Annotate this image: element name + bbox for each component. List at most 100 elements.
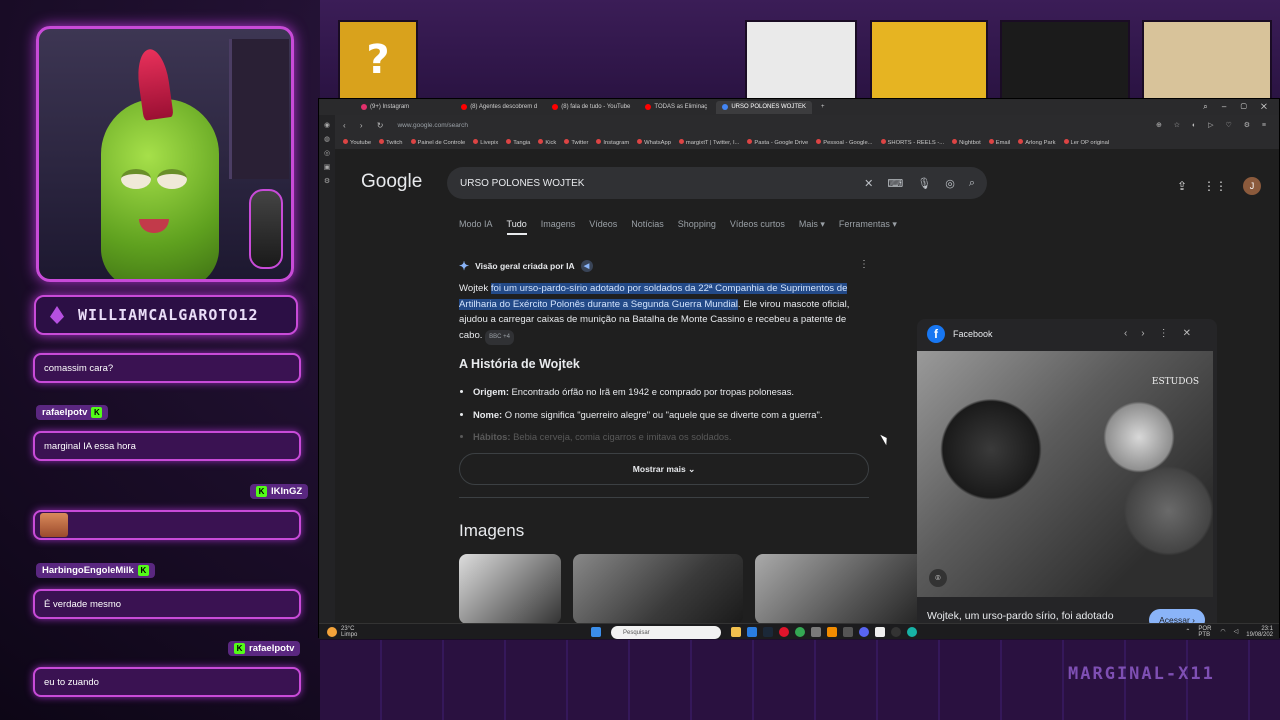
- bookmark[interactable]: Pessoal - Google...: [816, 139, 872, 146]
- bookmark[interactable]: Nightbot: [952, 139, 981, 146]
- chat-message: É verdade mesmo: [33, 589, 301, 619]
- tab-youtube-1[interactable]: (8) Agentes descobrem d: [455, 101, 543, 114]
- header-actions: ⇪ ⋮⋮ J: [1177, 177, 1261, 195]
- bookmark[interactable]: Twitch: [379, 139, 402, 146]
- tab-shopping[interactable]: Shopping: [678, 219, 716, 235]
- app-icon[interactable]: [907, 627, 917, 637]
- bookmark[interactable]: Ler OP original: [1064, 139, 1110, 146]
- bookmark[interactable]: Painel de Controle: [411, 139, 466, 146]
- taskbar-search[interactable]: Pesquisar: [611, 626, 721, 639]
- keyboard-icon[interactable]: ⌨: [887, 177, 903, 190]
- opera-icon[interactable]: [779, 627, 789, 637]
- search-box[interactable]: URSO POLONES WOJTEK ✕ ⌨ 🎙 ◎ ⌕: [447, 167, 987, 199]
- bookmark[interactable]: Email: [989, 139, 1011, 146]
- new-tab-button[interactable]: +: [815, 101, 831, 114]
- kick-icon: K: [137, 565, 149, 576]
- file-explorer-icon[interactable]: [731, 627, 741, 637]
- url-field[interactable]: www.google.com/search: [397, 122, 467, 129]
- document-icon[interactable]: [875, 627, 885, 637]
- bookmark[interactable]: Arlong Park: [1018, 139, 1055, 146]
- chrome-icon[interactable]: [795, 627, 805, 637]
- messenger-icon[interactable]: ◉: [324, 121, 330, 129]
- apps-grid-icon[interactable]: ⋮⋮: [1203, 179, 1227, 193]
- account-avatar[interactable]: J: [1243, 177, 1261, 195]
- tab-tudo[interactable]: Tudo: [506, 219, 527, 235]
- tab-instagram[interactable]: (9+) Instagram: [355, 101, 415, 114]
- mic-icon[interactable]: 🎙: [917, 177, 931, 190]
- google-logo[interactable]: Google: [361, 171, 422, 193]
- image-thumbnail[interactable]: [459, 554, 561, 623]
- tab-noticias[interactable]: Notícias: [631, 219, 664, 235]
- bear-soldiers-photo[interactable]: ESTUDOS ⌾: [917, 351, 1213, 597]
- bookmark[interactable]: Kick: [538, 139, 556, 146]
- image-thumbnail[interactable]: [573, 554, 743, 623]
- twitch-icon[interactable]: ▣: [324, 163, 331, 171]
- bookmark[interactable]: SHORTS - REELS -...: [881, 139, 945, 146]
- tab-mais[interactable]: Mais ▾: [799, 219, 825, 235]
- lens-icon[interactable]: ⌾: [929, 569, 947, 587]
- panel-controls[interactable]: ‹›⋮✕: [1124, 328, 1205, 339]
- lang-indicator[interactable]: POR PTB: [1198, 626, 1212, 638]
- bookmark[interactable]: Pasta - Google Drive: [747, 139, 808, 146]
- bookmark[interactable]: Instagram: [596, 139, 629, 146]
- bookmark[interactable]: Livepix: [473, 139, 498, 146]
- whatsapp-icon[interactable]: ◍: [324, 135, 330, 143]
- toolbar-icons[interactable]: ⊕ ☆ ◐ ▷ ♡ ⚙ ≡: [1156, 121, 1271, 129]
- tab-ferramentas[interactable]: Ferramentas ▾: [839, 219, 897, 235]
- visit-button[interactable]: Acessar ›: [1149, 609, 1205, 623]
- lens-icon[interactable]: ◎: [945, 177, 955, 190]
- speaker-icon[interactable]: ◀: [580, 260, 593, 272]
- bookmark[interactable]: Youtube: [343, 139, 371, 146]
- show-more-button[interactable]: Mostrar mais ⌄: [459, 453, 869, 485]
- discord-icon[interactable]: [859, 627, 869, 637]
- tab-modo-ia[interactable]: Modo IA: [459, 219, 493, 235]
- pickle-avatar: [101, 99, 219, 279]
- instagram-icon[interactable]: ◎: [324, 149, 330, 157]
- window-controls[interactable]: ⌕ – ▢ ✕: [1203, 102, 1273, 112]
- obs-icon[interactable]: [891, 627, 901, 637]
- nav-buttons[interactable]: ‹ › ↻: [343, 121, 389, 130]
- bookmark[interactable]: margixtT | Twitter, I...: [679, 139, 739, 146]
- vlc-icon[interactable]: [827, 627, 837, 637]
- taskbar-apps: [731, 627, 917, 637]
- tab-imagens[interactable]: Imagens: [541, 219, 576, 235]
- volume-icon[interactable]: ◁: [1234, 629, 1239, 635]
- image-thumbnail[interactable]: [755, 554, 925, 623]
- search-query[interactable]: URSO POLONES WOJTEK: [460, 178, 584, 189]
- browser-tab-bar: (9+) Instagram (8) Agentes descobrem d (…: [319, 99, 1279, 115]
- app-icon[interactable]: [811, 627, 821, 637]
- ai-subheading: A História de Wojtek: [459, 357, 580, 371]
- tab-videos[interactable]: Vídeos: [589, 219, 617, 235]
- weather-widget[interactable]: 23°C Limpo: [327, 626, 357, 638]
- bookmark[interactable]: Tangia: [506, 139, 530, 146]
- wifi-icon[interactable]: ◠: [1220, 629, 1225, 635]
- tab-youtube-2[interactable]: (8) fala de tudo - YouTube: [546, 101, 636, 114]
- address-bar: ‹ › ↻ www.google.com/search ⊕ ☆ ◐ ▷ ♡ ⚙ …: [335, 115, 1279, 135]
- emote-icon: [40, 513, 68, 537]
- clock[interactable]: 23:1 19/08/202: [1246, 626, 1273, 638]
- settings-icon[interactable]: ⚙: [324, 177, 330, 185]
- search-icon[interactable]: ⌕: [969, 177, 975, 190]
- chat-username: KlKInGZ: [250, 484, 309, 499]
- list-item: Hábitos: Bebia cerveja, comia cigarros e…: [473, 426, 873, 449]
- calculator-icon[interactable]: [843, 627, 853, 637]
- tab-google-search[interactable]: URSO POLONES WOJTEK: [716, 100, 812, 114]
- clear-icon[interactable]: ✕: [864, 177, 873, 190]
- steam-icon[interactable]: [763, 627, 773, 637]
- more-options-icon[interactable]: ⋮: [859, 259, 869, 270]
- chat-username: Krafaelpotv: [228, 641, 301, 656]
- tab-videos-curtos[interactable]: Vídeos curtos: [730, 219, 785, 235]
- tray-chevron-icon[interactable]: ⌃: [1185, 629, 1190, 635]
- store-icon[interactable]: [747, 627, 757, 637]
- panel-source[interactable]: Facebook: [953, 329, 993, 339]
- poster-question-block: ?: [338, 20, 418, 100]
- tab-youtube-3[interactable]: TODAS as Eliminaç: [639, 101, 713, 114]
- bookmark[interactable]: WhatsApp: [637, 139, 671, 146]
- chat-username: rafaelpotv K: [36, 405, 109, 420]
- share-icon[interactable]: ⇪: [1177, 179, 1187, 193]
- windows-start-icon[interactable]: [591, 627, 601, 637]
- streamer-name: WILLIAMCALGAROTO12: [78, 306, 259, 324]
- source-chip[interactable]: BBC +4: [485, 329, 515, 345]
- bookmark[interactable]: Twitter: [564, 139, 588, 146]
- panel-caption[interactable]: Wojtek, um urso-pardo sírio, foi adotado…: [927, 609, 1117, 623]
